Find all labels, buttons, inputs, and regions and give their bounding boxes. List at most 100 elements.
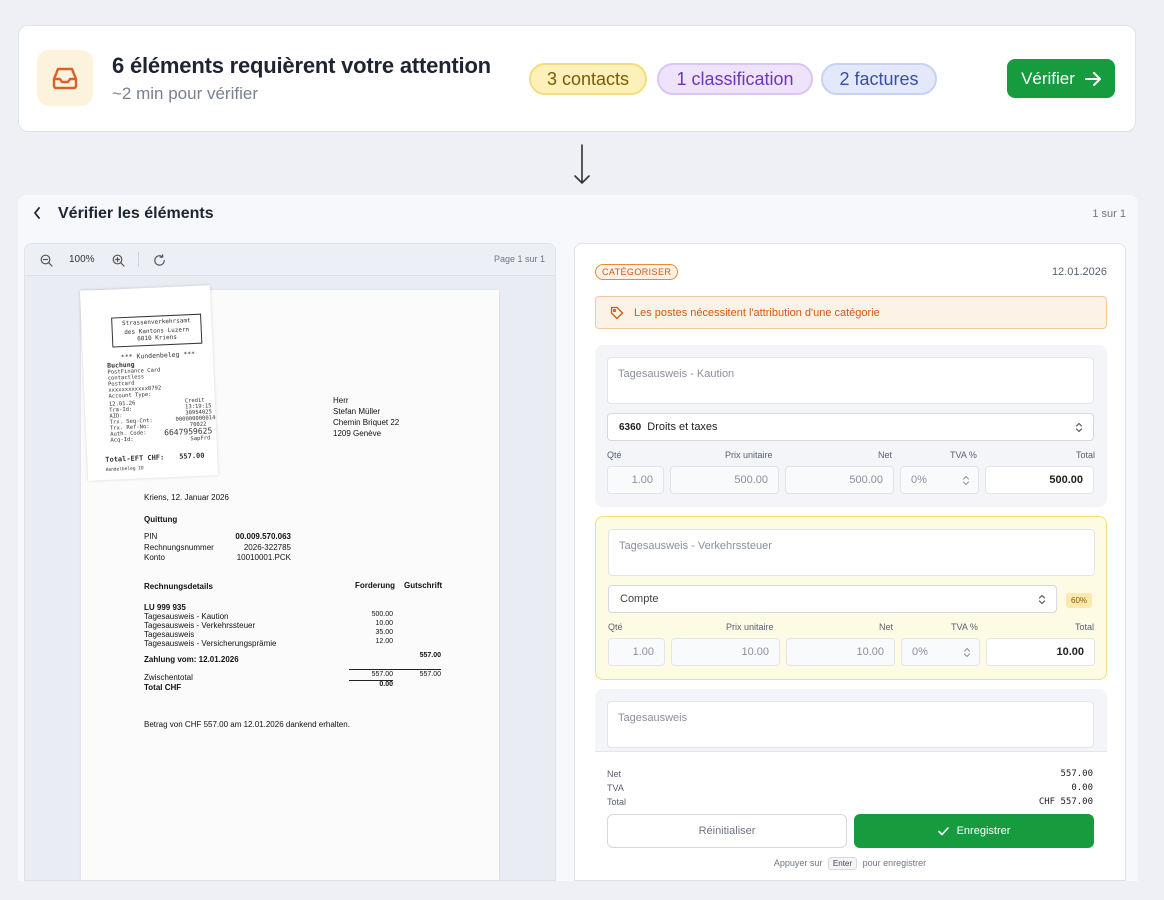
info-value: 2026-322785 [243, 543, 291, 552]
info-value: 10010001.PCK [236, 553, 291, 562]
description-field[interactable]: Tagesausweis - Kaution [607, 357, 1094, 404]
account-name: Droits et taxes [647, 421, 718, 433]
address-line: Chemin Briquet 22 [333, 418, 400, 427]
line-item-card: Tagesausweis - Kaution 6360 Droits et ta… [595, 345, 1107, 507]
net-field[interactable]: 10.00 [786, 638, 895, 666]
unit-price-field[interactable]: 10.00 [671, 638, 780, 666]
receipt-header: Strassenverkehrsamt des Kantons Luzern 6… [111, 313, 203, 348]
tva-value: 0% [912, 646, 928, 658]
column-header-net: Net [879, 622, 894, 632]
tva-select[interactable]: 0% [901, 638, 980, 666]
check-icon [937, 826, 949, 835]
subtotal-gutschrift: 557.00 [419, 671, 441, 678]
rotate-icon[interactable] [152, 253, 166, 267]
save-button-label: Enregistrer [956, 825, 1011, 837]
zoom-out-icon[interactable] [39, 253, 53, 267]
factures-pill[interactable]: 2 factures [821, 63, 937, 95]
alert-text: Les postes nécessitent l'attribution d'u… [634, 306, 880, 319]
document-date: 12.01.2026 [1051, 266, 1107, 278]
info-label: Rechnungsnummer [144, 543, 214, 552]
subtotal-label: Zwischentotal [144, 673, 193, 682]
account-placeholder: Compte [620, 593, 659, 605]
receipt-line: Acq-Id: [110, 436, 134, 444]
contacts-pill[interactable]: 3 contacts [529, 63, 647, 95]
column-header-total: Total [1075, 450, 1095, 460]
chevron-updown-icon [1075, 422, 1083, 433]
receipt-total-value: 557.00 [179, 451, 205, 461]
total-label: Total CHF [144, 683, 182, 692]
column-gutschrift: Gutschrift [404, 581, 443, 590]
payment-receipt: Strassenverkehrsamt des Kantons Luzern 6… [79, 285, 219, 481]
toolbar-divider [138, 252, 139, 267]
payment-value: 557.00 [419, 652, 441, 659]
receipt-value: SapFrd [190, 435, 211, 443]
summary-label: Total [607, 797, 627, 807]
receipt-title: *** Kundenbeleg *** [120, 349, 196, 362]
qty-field[interactable]: 1.00 [608, 638, 665, 666]
payment-line: Zahlung vom: 12.01.2026 [144, 655, 239, 664]
document-viewer: 100% Page 1 sur 1 Strassenverkehrsamt de… [24, 243, 556, 881]
receipt-total-label: Total-EFT CHF: [105, 453, 165, 464]
subtotal-forderung: 557.00 [371, 671, 393, 678]
receipt-footer: Handelbeleg ID [105, 466, 144, 473]
inbox-icon [37, 50, 93, 106]
column-header-unit-price: Prix unitaire [726, 622, 774, 632]
hint-text: Appuyer sur [773, 858, 823, 868]
summary-divider [595, 751, 1107, 752]
keyboard-hint: Appuyer sur Enter pour enregistrer [575, 857, 1125, 870]
column-header-unit-price: Prix unitaire [725, 450, 773, 460]
chevron-updown-icon [1038, 594, 1046, 605]
reset-button[interactable]: Réinitialiser [607, 814, 847, 848]
tva-select[interactable]: 0% [900, 466, 979, 494]
confidence-badge: 60% [1066, 593, 1093, 608]
verify-button-label: Vérifier [1021, 68, 1075, 88]
net-field[interactable]: 500.00 [785, 466, 894, 494]
categorize-form: CATÉGORISER 12.01.2026 Les postes nécess… [574, 243, 1126, 881]
page-indicator: Page 1 sur 1 [493, 254, 545, 264]
address-line: Stefan Müller [333, 407, 381, 416]
hint-text: pour enregistrer [862, 858, 927, 868]
subtotal-rule [349, 669, 441, 670]
detail-item-value: 10.00 [375, 620, 393, 627]
total-field[interactable]: 500.00 [985, 466, 1094, 494]
classification-pill[interactable]: 1 classification [657, 63, 813, 95]
detail-item-label: Tagesausweis [144, 630, 195, 639]
zoom-in-icon[interactable] [111, 253, 125, 267]
summary-value: 557.00 [1060, 769, 1093, 779]
account-select[interactable]: 6360 Droits et taxes [607, 413, 1094, 441]
detail-item-label: Tagesausweis - Kaution [144, 612, 229, 621]
detail-item-value: 500.00 [371, 611, 393, 618]
unit-price-field[interactable]: 500.00 [670, 466, 779, 494]
document-date: Kriens, 12. Januar 2026 [144, 493, 229, 502]
summary-label: TVA [607, 783, 624, 793]
qty-field[interactable]: 1.00 [607, 466, 664, 494]
total-field[interactable]: 10.00 [986, 638, 1095, 666]
summary-value: 0.00 [1071, 783, 1093, 793]
description-field[interactable]: Tagesausweis - Verkehrssteuer [608, 529, 1095, 576]
summary-value: CHF 557.00 [1038, 797, 1093, 807]
review-panel: Vérifier les éléments 1 sur 1 100% Page … [18, 195, 1138, 881]
total-value: 0.00 [379, 681, 393, 688]
column-header-qty: Qté [608, 622, 623, 632]
column-header-tva: TVA % [951, 622, 978, 632]
back-icon[interactable] [30, 205, 44, 221]
receipt-heading: Quittung [144, 515, 178, 524]
chevron-updown-icon [962, 475, 970, 486]
column-header-qty: Qté [607, 450, 622, 460]
detail-item-label: Tagesausweis - Verkehrssteuer [144, 621, 256, 630]
enter-key: Enter [827, 857, 858, 870]
thanks-line: Betrag von CHF 557.00 am 12.01.2026 dank… [144, 720, 350, 729]
verify-button[interactable]: Vérifier [1007, 59, 1115, 98]
receipt-line: Account Type: [108, 391, 152, 400]
tag-icon [610, 306, 624, 319]
save-button[interactable]: Enregistrer [854, 814, 1094, 848]
detail-item-label: Tagesausweis - Versicherungsprämie [144, 639, 277, 648]
page-title: Vérifier les éléments [58, 205, 214, 222]
info-value: 00.009.570.063 [235, 532, 291, 541]
tva-value: 0% [911, 474, 927, 486]
account-select[interactable]: Compte [608, 585, 1057, 613]
detail-item-value: 35.00 [375, 629, 393, 636]
info-label: PIN [144, 532, 158, 541]
address-line: 1209 Genève [333, 429, 382, 438]
description-field[interactable]: Tagesausweis [607, 701, 1094, 748]
